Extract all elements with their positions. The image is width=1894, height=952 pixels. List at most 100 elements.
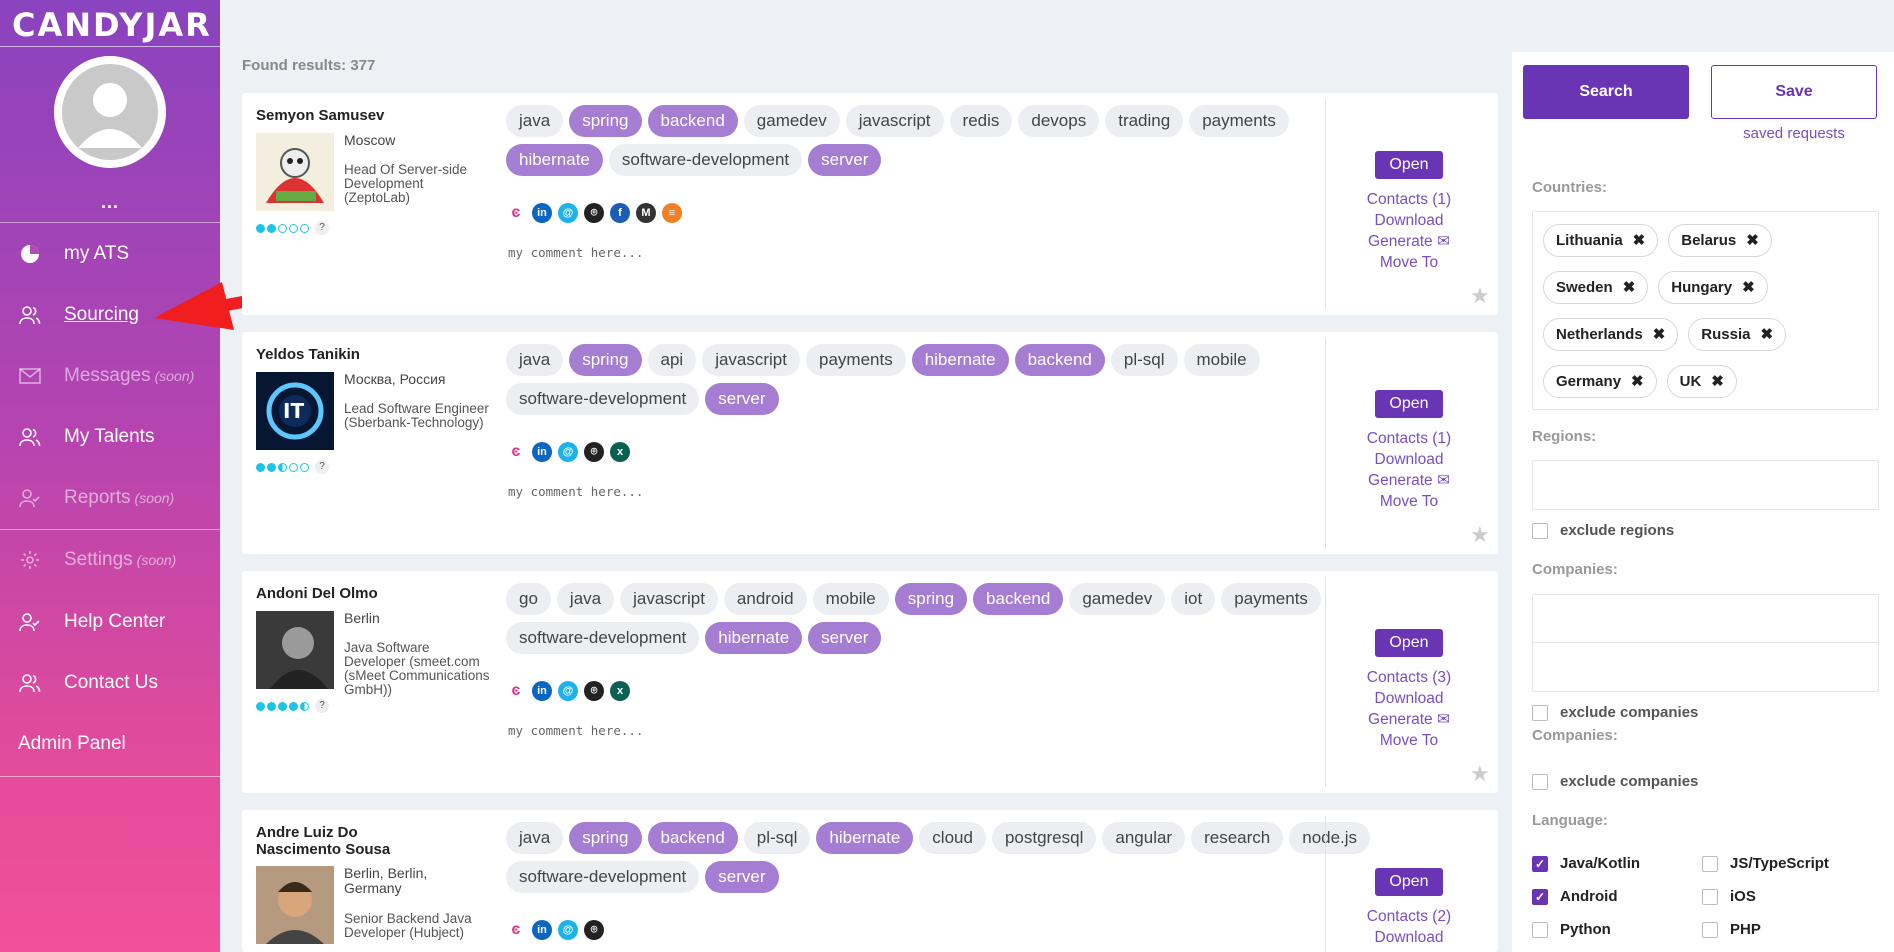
tag[interactable]: research	[1191, 822, 1284, 854]
comment-field[interactable]: my comment here...	[508, 245, 643, 260]
tag-highlighted[interactable]: hibernate	[705, 622, 803, 654]
candyjar-icon[interactable]: ͼ	[506, 681, 526, 701]
remove-icon[interactable]: ✖	[1760, 319, 1773, 350]
exclude-companies-checkbox[interactable]: exclude companies	[1532, 773, 1698, 790]
language-checkbox-android[interactable]: ✓ Android	[1532, 888, 1618, 905]
download-link[interactable]: Download	[1342, 688, 1476, 709]
linkedin-icon[interactable]: in	[532, 203, 552, 223]
download-link[interactable]: Download	[1342, 927, 1476, 948]
tag-highlighted[interactable]: hibernate	[816, 822, 914, 854]
comment-field[interactable]: my comment here...	[508, 484, 643, 499]
tag[interactable]: devops	[1018, 105, 1100, 137]
country-chip[interactable]: Germany ✖	[1543, 365, 1657, 398]
tag[interactable]: trading	[1105, 105, 1184, 137]
help-icon[interactable]: ?	[315, 221, 329, 235]
tag[interactable]: java	[506, 822, 564, 854]
candyjar-icon[interactable]: ͼ	[506, 442, 526, 462]
tag-highlighted[interactable]: spring	[569, 344, 642, 376]
email-icon[interactable]: @	[558, 442, 578, 462]
tag[interactable]: java	[506, 344, 564, 376]
star-icon[interactable]: ★	[1470, 761, 1490, 787]
email-icon[interactable]: @	[558, 203, 578, 223]
linkedin-icon[interactable]: in	[532, 442, 552, 462]
tag-highlighted[interactable]: hibernate	[911, 344, 1009, 376]
tag[interactable]: gamedev	[743, 105, 840, 137]
language-checkbox-ios[interactable]: iOS	[1702, 888, 1756, 905]
country-chip[interactable]: Russia ✖	[1688, 318, 1787, 351]
open-button[interactable]: Open	[1375, 151, 1443, 179]
tag[interactable]: redis	[949, 105, 1013, 137]
candyjar-icon[interactable]: ͼ	[506, 203, 526, 223]
tag-highlighted[interactable]: backend	[647, 822, 738, 854]
tag[interactable]: mobile	[1183, 344, 1260, 376]
tag-highlighted[interactable]: spring	[569, 105, 642, 137]
contacts-link[interactable]: Contacts (1)	[1342, 189, 1476, 210]
exclude-regions-checkbox[interactable]: exclude regions	[1532, 522, 1674, 539]
linkedin-icon[interactable]: in	[532, 920, 552, 940]
nav-item-help-center[interactable]: Help Center	[0, 600, 220, 644]
country-chip[interactable]: Belarus ✖	[1668, 224, 1772, 257]
country-chip[interactable]: Netherlands ✖	[1543, 318, 1679, 351]
companies-input[interactable]	[1532, 594, 1879, 644]
tag[interactable]: javascript	[620, 583, 718, 615]
tag[interactable]: java	[506, 105, 564, 137]
stackoverflow-icon[interactable]: ≡	[662, 203, 682, 223]
language-checkbox-java-kotlin[interactable]: ✓ Java/Kotlin	[1532, 855, 1640, 872]
app-logo[interactable]: CANDYJAR	[12, 6, 212, 44]
tag[interactable]: pl-sql	[1110, 344, 1178, 376]
tag[interactable]: javascript	[845, 105, 944, 137]
remove-icon[interactable]: ✖	[1742, 272, 1755, 303]
language-checkbox-js-typescript[interactable]: JS/TypeScript	[1702, 855, 1829, 872]
github-icon[interactable]: ⌾	[584, 681, 604, 701]
tag[interactable]: iot	[1171, 583, 1216, 615]
more-menu[interactable]: ...	[0, 192, 220, 213]
regions-input[interactable]	[1532, 460, 1879, 510]
contacts-link[interactable]: Contacts (1)	[1342, 428, 1476, 449]
tag[interactable]: android	[723, 583, 807, 615]
candyjar-icon[interactable]: ͼ	[506, 920, 526, 940]
open-button[interactable]: Open	[1375, 629, 1443, 657]
nav-item-admin-panel[interactable]: Admin Panel	[0, 722, 220, 766]
star-icon[interactable]: ★	[1470, 522, 1490, 548]
tag-highlighted[interactable]: backend	[973, 583, 1064, 615]
tag[interactable]: software-development	[506, 622, 700, 654]
tag[interactable]: go	[506, 583, 551, 615]
country-chip[interactable]: Hungary ✖	[1658, 271, 1768, 304]
email-icon[interactable]: @	[558, 920, 578, 940]
move-to-link[interactable]: Move To	[1342, 730, 1476, 751]
tag[interactable]: payments	[1189, 105, 1289, 137]
download-link[interactable]: Download	[1342, 449, 1476, 470]
tag[interactable]: java	[556, 583, 615, 615]
tag[interactable]: node.js	[1289, 822, 1371, 854]
exclude-companies-checkbox[interactable]: exclude companies	[1532, 704, 1698, 721]
tag[interactable]: api	[647, 344, 697, 376]
tag-highlighted[interactable]: server	[705, 383, 779, 415]
remove-icon[interactable]: ✖	[1633, 225, 1646, 256]
tag[interactable]: payments	[806, 344, 906, 376]
tag-highlighted[interactable]: server	[705, 861, 779, 893]
github-icon[interactable]: ⌾	[584, 920, 604, 940]
tag[interactable]: mobile	[812, 583, 889, 615]
help-icon[interactable]: ?	[315, 460, 329, 474]
contacts-link[interactable]: Contacts (2)	[1342, 906, 1476, 927]
facebook-icon[interactable]: f	[610, 203, 630, 223]
tag-highlighted[interactable]: hibernate	[506, 144, 603, 176]
move-to-link[interactable]: Move To	[1342, 252, 1476, 273]
nav-item-messages[interactable]: Messages (soon)	[0, 354, 220, 398]
open-button[interactable]: Open	[1375, 390, 1443, 418]
tag[interactable]: cloud	[919, 822, 986, 854]
nav-item-settings[interactable]: Settings (soon)	[0, 538, 220, 582]
tag[interactable]: software-development	[506, 383, 700, 415]
tag-highlighted[interactable]: backend	[647, 105, 738, 137]
tag[interactable]: gamedev	[1069, 583, 1166, 615]
remove-icon[interactable]: ✖	[1746, 225, 1759, 256]
tag-highlighted[interactable]: spring	[569, 822, 642, 854]
tag[interactable]: angular	[1102, 822, 1186, 854]
contacts-link[interactable]: Contacts (3)	[1342, 667, 1476, 688]
github-icon[interactable]: ⌾	[584, 442, 604, 462]
language-checkbox-php[interactable]: PHP	[1702, 921, 1761, 938]
tag-highlighted[interactable]: server	[808, 144, 882, 176]
move-to-link[interactable]: Move To	[1342, 491, 1476, 512]
generate-link[interactable]: Generate ✉	[1342, 470, 1476, 491]
language-checkbox-python[interactable]: Python	[1532, 921, 1611, 938]
